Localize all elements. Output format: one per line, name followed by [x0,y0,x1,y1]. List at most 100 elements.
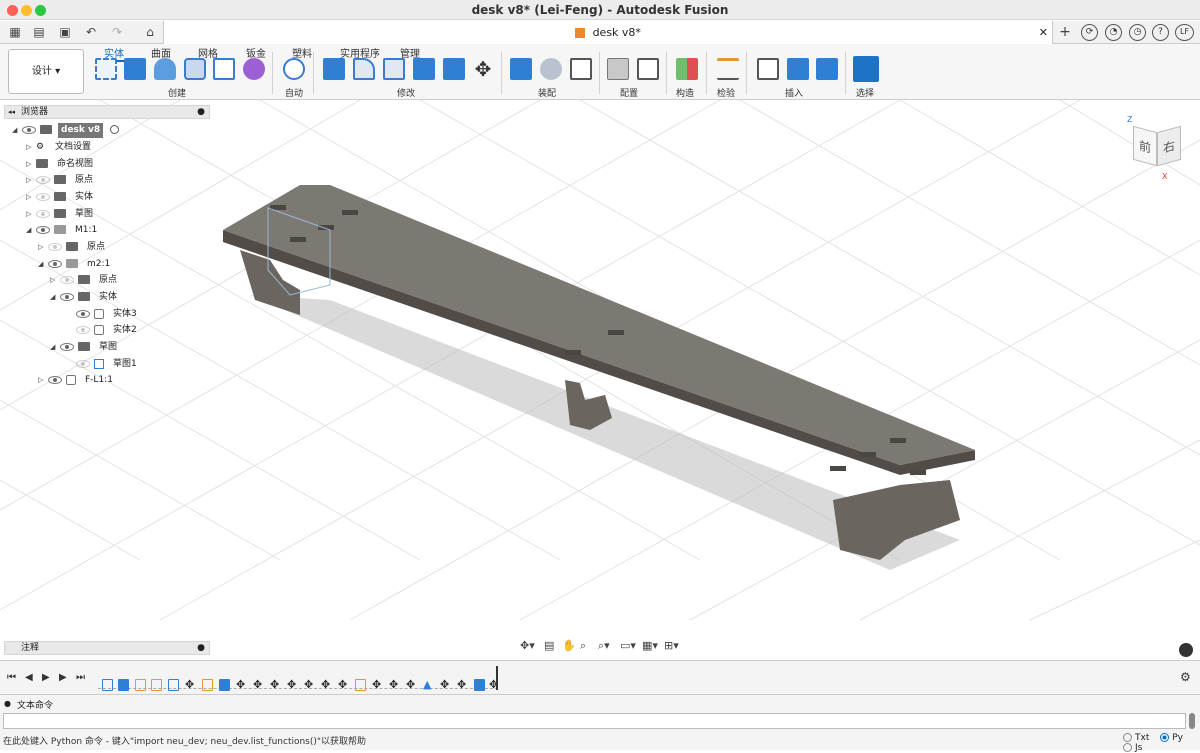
command-output-field[interactable] [3,713,1186,729]
collapsed-icon[interactable]: ▷ [38,240,48,255]
js-radio[interactable] [1123,743,1132,752]
comment-icon[interactable] [1179,643,1193,657]
viewports-icon[interactable]: ⊞▾ [664,639,679,652]
automate-group-label[interactable]: 自动 [285,86,303,99]
move-feature-icon[interactable]: ✥ [457,679,468,691]
timeline-last-icon[interactable]: ⏭ [76,672,85,683]
visibility-icon[interactable] [76,325,90,334]
offset-plane-icon[interactable] [676,58,698,80]
zoom-icon[interactable]: ⌕ [580,639,586,653]
notifications-button[interactable]: ◷ [1129,24,1146,41]
shell-icon[interactable] [413,58,435,80]
move-feature-icon[interactable]: ✥ [440,679,451,691]
tree-item-component-m1[interactable]: ◢ M1:1 [26,223,100,238]
move-feature-icon[interactable]: ✥ [304,679,315,691]
move-feature-icon[interactable]: ✥ [489,679,500,691]
timeline-prev-icon[interactable]: ◀ [25,672,33,683]
expand-icon[interactable]: ◢ [38,257,48,272]
tree-item-sketches[interactable]: ▷ 草图 [26,207,96,222]
collapsed-icon[interactable]: ▷ [26,157,36,172]
move-feature-icon[interactable]: ✥ [321,679,332,691]
tree-item-named-views[interactable]: ▷ 命名视图 [26,157,96,172]
combine-icon[interactable] [443,58,465,80]
visibility-icon[interactable] [60,292,74,301]
sketch-feature-icon[interactable] [355,679,366,691]
create-form-icon[interactable] [243,58,265,80]
tree-item-root[interactable]: ◢ desk v8 [12,123,120,138]
grid-snaps-icon[interactable]: ▦▾ [642,639,658,652]
tab-document[interactable]: desk v8* ✕ [163,21,1053,44]
collapse-icon[interactable]: ◂◂ [8,106,15,118]
sketch-feature-icon[interactable] [135,679,146,691]
save-icon[interactable]: ▣ [58,25,72,39]
visibility-icon[interactable] [36,209,50,218]
pan-icon[interactable]: ✋ [562,639,576,652]
collapsed-icon[interactable]: ▷ [50,273,60,288]
move-feature-icon[interactable]: ✥ [287,679,298,691]
move-feature-icon[interactable]: ✥ [185,679,196,691]
insert-derive-icon[interactable] [757,58,779,80]
timeline-marker[interactable] [496,666,498,690]
joint-icon[interactable] [540,58,562,80]
fillet-icon[interactable] [353,58,375,80]
tree-item-document-settings[interactable]: ▷ ⚙ 文档设置 [26,140,94,155]
mirror-feature-icon[interactable]: ▲ [423,679,434,691]
collapsed-icon[interactable]: ▷ [38,373,48,388]
inspect-group-label[interactable]: 检验 [717,86,735,99]
measure-icon[interactable] [717,58,739,80]
tree-item-body2[interactable]: 实体2 [66,323,140,338]
create-group-label[interactable]: 创建 [168,86,186,99]
canvas-icon[interactable] [816,58,838,80]
collapsed-icon[interactable]: ▷ [26,173,36,188]
hole-icon[interactable] [184,58,206,80]
maximize-window-button[interactable] [35,5,46,16]
visibility-icon[interactable] [48,375,62,384]
visibility-icon[interactable] [76,359,90,368]
move-icon[interactable]: ✥ [472,58,494,80]
tree-item-bodies[interactable]: ▷ 实体 [26,190,96,205]
collapsed-icon[interactable]: ▷ [26,140,36,155]
expand-icon[interactable]: ◢ [26,223,36,238]
visibility-icon[interactable] [36,192,50,201]
py-radio[interactable] [1160,733,1170,742]
timeline-play-icon[interactable]: ▶ [42,672,50,683]
construct-group-label[interactable]: 构造 [676,86,694,99]
move-feature-icon[interactable]: ✥ [236,679,247,691]
visibility-icon[interactable] [22,125,36,134]
file-menu-icon[interactable]: ▤ [32,25,46,39]
tree-item-origin[interactable]: ▷ 原点 [26,173,96,188]
move-feature-icon[interactable]: ✥ [406,679,417,691]
sketch-feature-icon[interactable] [102,679,113,691]
visibility-icon[interactable] [76,309,90,318]
visibility-icon[interactable] [60,275,74,284]
tree-item-sketch1[interactable]: 草图1 [66,357,140,372]
select-icon[interactable] [853,56,879,82]
automate-icon[interactable] [283,58,305,80]
pattern-icon[interactable] [213,58,235,80]
tree-item-component-m2[interactable]: ◢ m2:1 [38,257,113,272]
notes-panel-header[interactable]: 注释 ● [4,641,210,655]
expand-icon[interactable]: ◢ [50,340,60,355]
sketch-feature-icon[interactable] [202,679,213,691]
bill-of-materials-icon[interactable] [570,58,592,80]
extrude-feature-icon[interactable] [219,679,230,691]
extrude-icon[interactable] [124,58,146,80]
create-sketch-icon[interactable] [95,58,117,80]
workspace-dropdown[interactable]: 设计 ▾ [8,49,84,94]
timeline-track[interactable]: ✥ ✥ ✥ ✥ ✥ ✥ ✥ ✥ ✥ ✥ ✥ ▲ ✥ ✥ ✥ [98,666,500,691]
timeline-next-icon[interactable]: ▶ [59,672,67,683]
sketch-feature-icon[interactable] [168,679,179,691]
select-group-label[interactable]: 选择 [856,86,874,99]
tree-item-m2-origin[interactable]: ▷ 原点 [50,273,120,288]
move-feature-icon[interactable]: ✥ [253,679,264,691]
close-window-button[interactable] [7,5,18,16]
close-tab-icon[interactable]: ✕ [1039,21,1048,44]
new-component-icon[interactable] [510,58,532,80]
move-feature-icon[interactable]: ✥ [389,679,400,691]
chamfer-icon[interactable] [383,58,405,80]
minimize-window-button[interactable] [21,5,32,16]
redo-icon[interactable]: ↷ [110,25,124,39]
move-feature-icon[interactable]: ✥ [338,679,349,691]
visibility-icon[interactable] [36,175,50,184]
visibility-icon[interactable] [60,342,74,351]
